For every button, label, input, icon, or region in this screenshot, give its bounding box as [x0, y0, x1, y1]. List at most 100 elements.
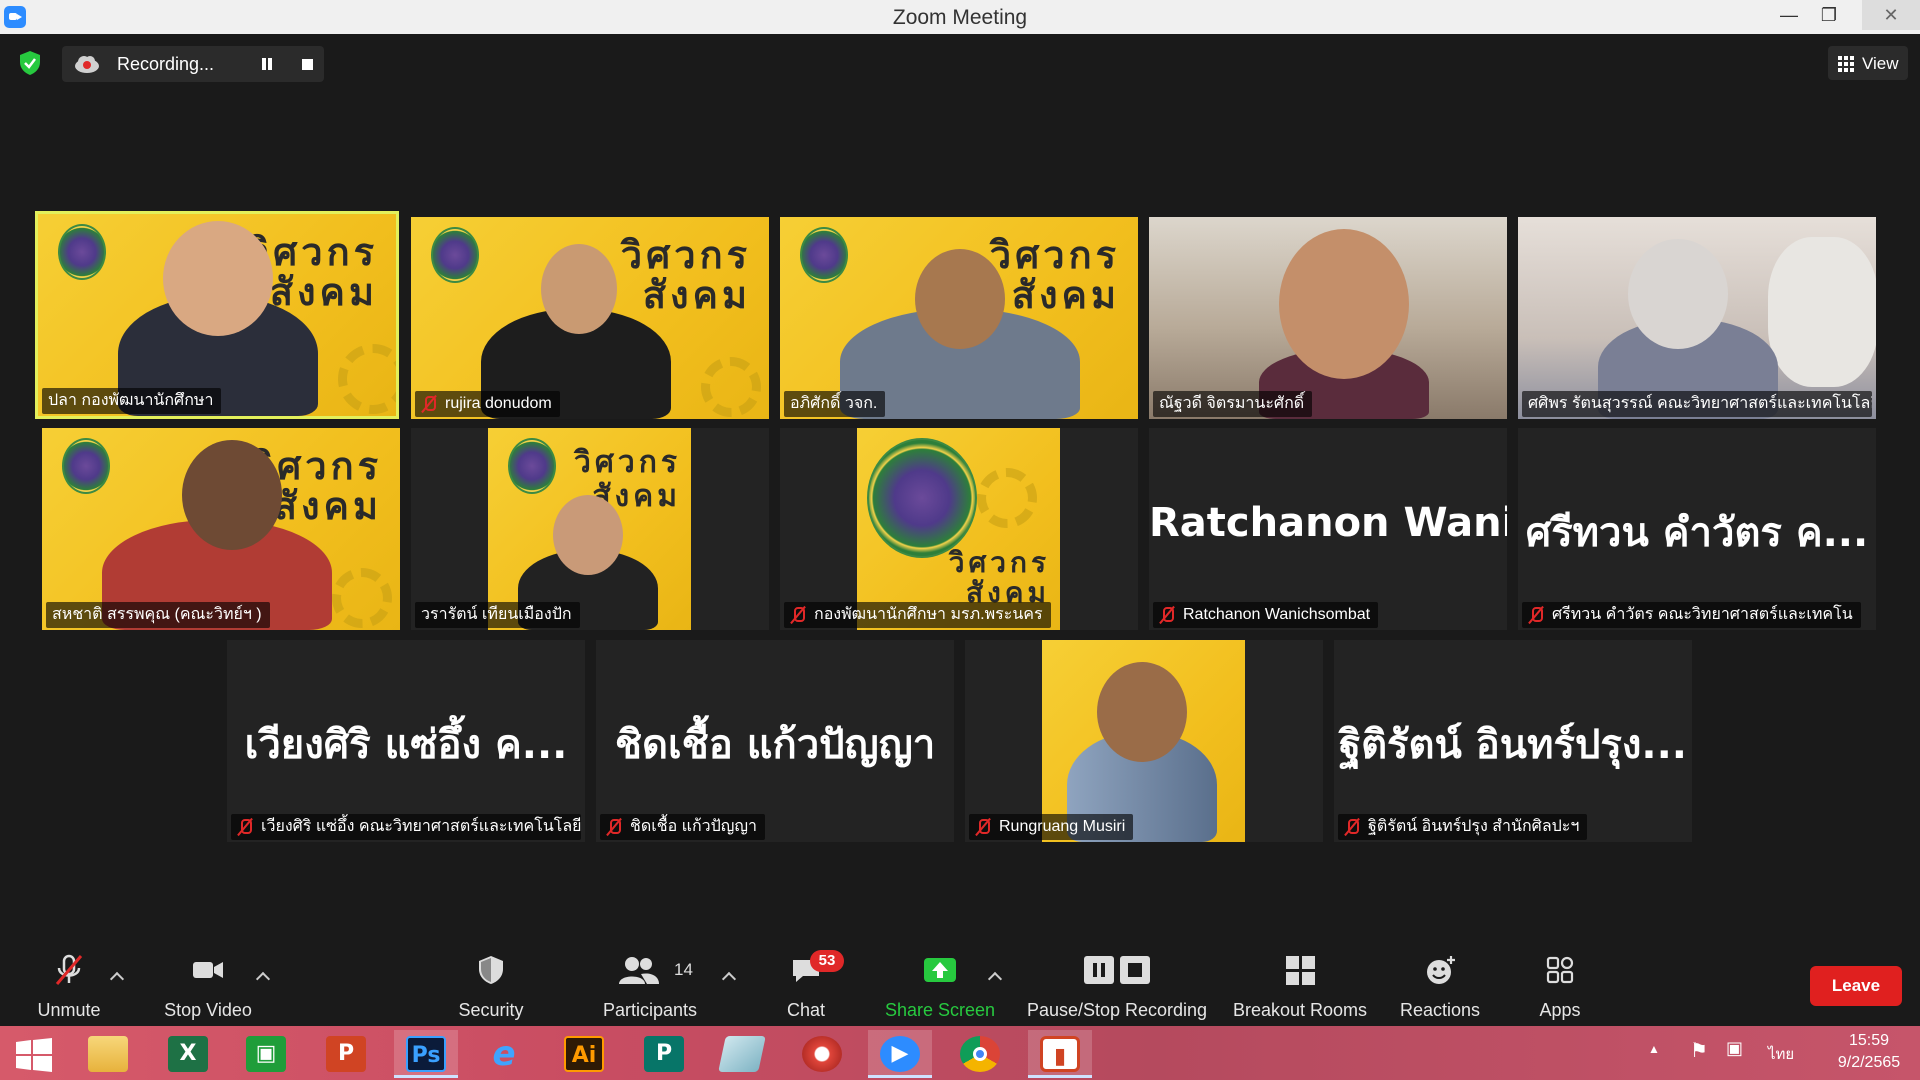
participant-face — [541, 244, 617, 334]
virtual-background: วิศวกร สังคม — [488, 428, 691, 630]
muted-microphone-icon — [421, 395, 437, 413]
gear-decoration — [977, 468, 1037, 528]
reactions-button[interactable]: Reactions — [1388, 950, 1492, 1022]
taskbar-zoom[interactable]: ▶ — [868, 1030, 932, 1078]
cat-in-frame — [1768, 237, 1876, 387]
input-language-indicator[interactable]: ไทย — [1768, 1042, 1794, 1066]
zoom-icon: ▶ — [880, 1036, 920, 1072]
muted-microphone-icon — [1528, 606, 1544, 624]
participant-tile[interactable]: ฐิติรัตน์ อินทร์ปรุง... ฐิติรัตน์ อินทร์… — [1334, 640, 1692, 842]
stop-recording-icon[interactable] — [298, 55, 316, 73]
taskbar-illustrator[interactable]: Ai — [552, 1030, 616, 1078]
participant-display-name: ศรีทวน คำวัตร ค... — [1525, 510, 1869, 556]
stop-video-label: Stop Video — [164, 1000, 252, 1020]
university-seal-logo — [867, 438, 977, 558]
participant-name: กองพัฒนานักศึกษา มรภ.พระนคร — [784, 602, 1051, 628]
participant-tile[interactable]: ชิดเชื้อ แก้วปัญญา ชิดเชื้อ แก้วปัญญา — [596, 640, 954, 842]
notes-icon — [718, 1036, 766, 1072]
security-button[interactable]: Security — [448, 950, 534, 1022]
participant-face — [553, 495, 623, 575]
taskbar-photoscape[interactable] — [790, 1030, 854, 1078]
windows-start-button[interactable] — [2, 1030, 66, 1078]
action-center-flag-icon[interactable]: ⚑ — [1690, 1038, 1708, 1063]
participant-name: สหชาติ สรรพคุณ (คณะวิทย์ฯ ) — [46, 602, 270, 628]
participant-tile[interactable]: วิศวกร สังคม ปลา กองพัฒนานักศึกษา — [35, 211, 399, 419]
unmute-label: Unmute — [37, 1000, 101, 1020]
participant-tile[interactable]: วิศวกร สังคม อภิศักดิ์ วจก. — [780, 217, 1138, 419]
taskbar-file-explorer[interactable] — [76, 1030, 140, 1078]
participant-name: ฐิติรัตน์ อินทร์ปรุง สำนักศิลปะฯ — [1338, 814, 1588, 840]
taskbar-clock[interactable]: 15:59 9/2/2565 — [1822, 1030, 1916, 1074]
participants-button[interactable]: 14 Participants — [596, 950, 704, 1022]
participant-tile[interactable]: ศรีทวน คำวัตร ค... ศรีทวน คำวัตร คณะวิทย… — [1518, 428, 1876, 630]
participant-name: Rungruang Musiri — [969, 814, 1134, 840]
taskbar-notes[interactable] — [710, 1030, 774, 1078]
participant-face — [163, 221, 273, 336]
muted-microphone-icon — [1159, 606, 1175, 624]
participant-tile[interactable]: วิศวกร สังคม rujira donudom — [411, 217, 769, 419]
pause-stop-recording-label: Pause/Stop Recording — [1026, 1000, 1208, 1020]
participant-tile[interactable]: วิศวกร สังคม วรารัตน์ เทียนเมืองปัก — [411, 428, 769, 630]
participant-tile[interactable]: ณัฐวดี จิตรมานะศักดิ์ — [1149, 217, 1507, 419]
maximize-button[interactable]: ❐ — [1809, 0, 1849, 30]
apps-label: Apps — [1539, 1000, 1581, 1020]
virtual-background — [1042, 640, 1245, 842]
taskbar-excel[interactable]: X — [156, 1030, 220, 1078]
view-label: View — [1862, 54, 1899, 73]
participant-name: ชิดเชื้อ แก้วปัญญา — [600, 814, 766, 840]
pause-stop-recording-button[interactable]: Pause/Stop Recording — [1024, 950, 1210, 1022]
gear-decoration — [332, 568, 392, 628]
virtual-background: วิศวกร สังคม — [857, 428, 1060, 630]
pause-recording-icon[interactable] — [258, 55, 276, 73]
participant-name: ศรีทวน คำวัตร คณะวิทยาศาสตร์และเทคโน — [1522, 602, 1861, 628]
taskbar-powerpoint[interactable]: P — [314, 1030, 378, 1078]
minimize-button[interactable]: — — [1769, 0, 1809, 30]
clock-date: 9/2/2565 — [1837, 1054, 1901, 1071]
internet-explorer-icon: e — [492, 1034, 516, 1074]
muted-microphone-icon — [1344, 818, 1360, 836]
participant-tile[interactable]: เวียงศิริ แซ่อึ้ง ค... เวียงศิริ แซ่อึ้ง… — [227, 640, 585, 842]
share-screen-icon — [924, 958, 956, 982]
participant-face — [1097, 662, 1187, 762]
taskbar-publisher[interactable]: P — [632, 1030, 696, 1078]
participant-tile[interactable]: Ratchanon Wani... Ratchanon Wanichsombat — [1149, 428, 1507, 630]
participant-tile[interactable]: Rungruang Musiri — [965, 640, 1323, 842]
taskbar-internet-explorer[interactable]: e — [472, 1030, 536, 1078]
close-button[interactable]: ✕ — [1862, 0, 1920, 30]
video-camera-icon — [193, 962, 223, 978]
share-screen-button[interactable]: Share Screen — [880, 950, 1000, 1022]
participant-tile[interactable]: วิศวกร สังคม สหชาติ สรรพคุณ (คณะวิทย์ฯ ) — [42, 428, 400, 630]
stop-video-button[interactable]: Stop Video — [158, 950, 258, 1022]
slides-app-icon: ▮ — [1040, 1036, 1080, 1072]
participant-face — [915, 249, 1005, 349]
participant-tile[interactable]: วิศวกร สังคม กองพัฒนานักศึกษา มรภ.พระนคร — [780, 428, 1138, 630]
participants-icon — [619, 957, 660, 984]
excel-icon: X — [168, 1036, 208, 1072]
taskbar-slides[interactable]: ▮ — [1028, 1030, 1092, 1078]
shield-check-icon[interactable] — [18, 50, 42, 76]
network-icon[interactable]: ▣ — [1726, 1038, 1743, 1059]
recording-indicator: Recording... — [62, 46, 324, 82]
banner-text: วิศวกร สังคม — [948, 546, 1050, 609]
participant-face — [1279, 229, 1409, 379]
system-tray: ▲ ⚑ ▣ ไทย — [1640, 1026, 1810, 1080]
publisher-icon: P — [644, 1036, 684, 1072]
show-hidden-icons-chevron-icon[interactable]: ▲ — [1648, 1042, 1660, 1056]
banner-text: วิศวกร สังคม — [620, 233, 751, 317]
breakout-rooms-button[interactable]: Breakout Rooms — [1228, 950, 1372, 1022]
chat-unread-badge: 53 — [810, 950, 844, 972]
participant-tile[interactable]: ศศิพร รัตนสุวรรณ์ คณะวิทยาศาสตร์และเทคโน… — [1518, 217, 1876, 419]
muted-microphone-icon — [55, 954, 83, 985]
participant-name: Ratchanon Wanichsombat — [1153, 602, 1379, 628]
taskbar-chrome[interactable] — [948, 1030, 1012, 1078]
leave-button[interactable]: Leave — [1810, 966, 1902, 1006]
taskbar-photoshop[interactable]: Ps — [394, 1030, 458, 1078]
recording-label: Recording... — [117, 54, 215, 74]
apps-button[interactable]: Apps — [1530, 950, 1590, 1022]
security-label: Security — [458, 1000, 524, 1020]
taskbar-store[interactable]: ▣ — [234, 1030, 298, 1078]
unmute-button[interactable]: Unmute — [24, 950, 114, 1022]
view-button[interactable]: View — [1828, 46, 1908, 80]
participants-count: 14 — [674, 960, 693, 979]
chrome-icon — [960, 1036, 1000, 1072]
